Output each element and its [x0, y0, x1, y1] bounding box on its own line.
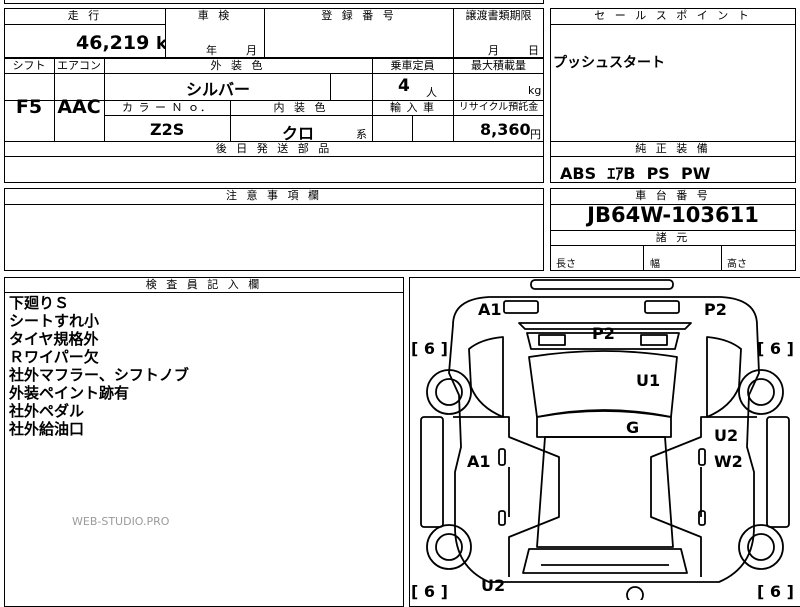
height-label: 高さ	[727, 259, 747, 270]
registration-label: 登 録 番 号	[265, 9, 453, 23]
list-item: 社外給油口	[9, 420, 85, 438]
import-label: 輸 入 車	[373, 101, 452, 115]
list-item: Ｒワイパー欠	[9, 348, 99, 366]
capacity-value: 4	[398, 76, 410, 96]
exterior-color-label: 外 装 色	[105, 59, 371, 73]
max-load-unit: kg	[528, 84, 542, 97]
color-no-label: カ ラ ー Ｎ ｏ．	[105, 101, 229, 115]
shift-value: F5	[15, 96, 43, 118]
interior-color-label: 内 装 色	[231, 101, 371, 115]
recycle-fee-value: 8,360	[480, 120, 531, 139]
max-load-label: 最大積載量	[454, 59, 543, 73]
chassis-label: 車 台 番 号	[551, 189, 795, 203]
transfer-month-unit: 月	[488, 44, 499, 57]
standard-equipment-value: ABS ｴｱB PS PW	[560, 164, 711, 183]
chassis-number: JB64W-103611	[587, 203, 759, 227]
mileage-label: 走 行	[5, 9, 165, 23]
aircon-label: エアコン	[55, 59, 103, 73]
inspector-notes-list: 下廻りＳ シートすれ小 タイヤ規格外 Ｒワイパー欠 社外マフラー、シフトノブ 外…	[9, 294, 189, 438]
damage-mark-g: G	[626, 418, 640, 437]
capacity-unit: 人	[426, 86, 437, 99]
inspector-label: 検 査 員 記 入 欄	[5, 278, 403, 292]
list-item: 社外ペダル	[9, 402, 85, 420]
transfer-docs-label: 譲渡書類期限	[454, 9, 543, 23]
transfer-day-unit: 日	[528, 44, 539, 57]
damage-mark-w2: W2	[714, 452, 743, 471]
recycle-label: リサイクル預託金	[454, 101, 543, 115]
tire-front-right: [ 6 ]	[757, 339, 794, 358]
list-item: 社外マフラー、シフトノブ	[9, 366, 189, 384]
damage-mark-u2-bottom: U2	[481, 576, 506, 595]
tire-rear-left: [ 6 ]	[411, 582, 448, 601]
recycle-unit: 円	[530, 128, 541, 141]
notes-label: 注 意 事 項 欄	[5, 189, 543, 203]
inspection-label: 車 検	[166, 9, 264, 23]
damage-mark-p2-top: P2	[704, 300, 727, 319]
damage-mark-u1: U1	[636, 371, 661, 390]
capacity-label: 乗車定員	[373, 59, 452, 73]
standard-equipment-label: 純 正 装 備	[551, 142, 795, 156]
watermark: WEB-STUDIO.PRO	[72, 515, 170, 528]
damage-mark-p2-hood: P2	[592, 324, 615, 343]
inspection-year-unit: 年	[206, 44, 217, 57]
sales-point-box	[550, 8, 796, 142]
sales-point-text: プッシュスタート	[553, 55, 665, 71]
tire-rear-right: [ 6 ]	[757, 582, 794, 601]
aircon-value: AAC	[57, 96, 101, 118]
exterior-color-value: シルバー	[186, 80, 251, 99]
list-item: タイヤ規格外	[9, 330, 99, 348]
sales-point-label: セ ー ル ス ポ イ ン ト	[551, 9, 795, 23]
list-item: 外装ペイント跡有	[9, 384, 130, 402]
damage-mark-a1-top: A1	[478, 300, 502, 319]
mileage-value: 46,219 km	[76, 32, 185, 54]
tire-front-left: [ 6 ]	[411, 339, 448, 358]
specs-label: 諸 元	[551, 231, 795, 245]
width-label: 幅	[650, 259, 660, 270]
length-label: 長さ	[556, 259, 576, 270]
inspection-month-unit: 月	[246, 44, 257, 57]
list-item: 下廻りＳ	[9, 294, 70, 312]
shift-label: シフト	[5, 59, 53, 73]
damage-mark-a1-left: A1	[467, 452, 491, 471]
color-no-value: Z2S	[150, 120, 185, 139]
list-item: シートすれ小	[9, 312, 100, 330]
later-parts-label: 後 日 発 送 部 品	[5, 142, 543, 156]
interior-suffix: 系	[356, 128, 367, 141]
mileage-number: 46,219	[76, 32, 150, 54]
damage-mark-u2-right: U2	[714, 426, 739, 445]
top-cutoff-strip	[4, 0, 544, 4]
